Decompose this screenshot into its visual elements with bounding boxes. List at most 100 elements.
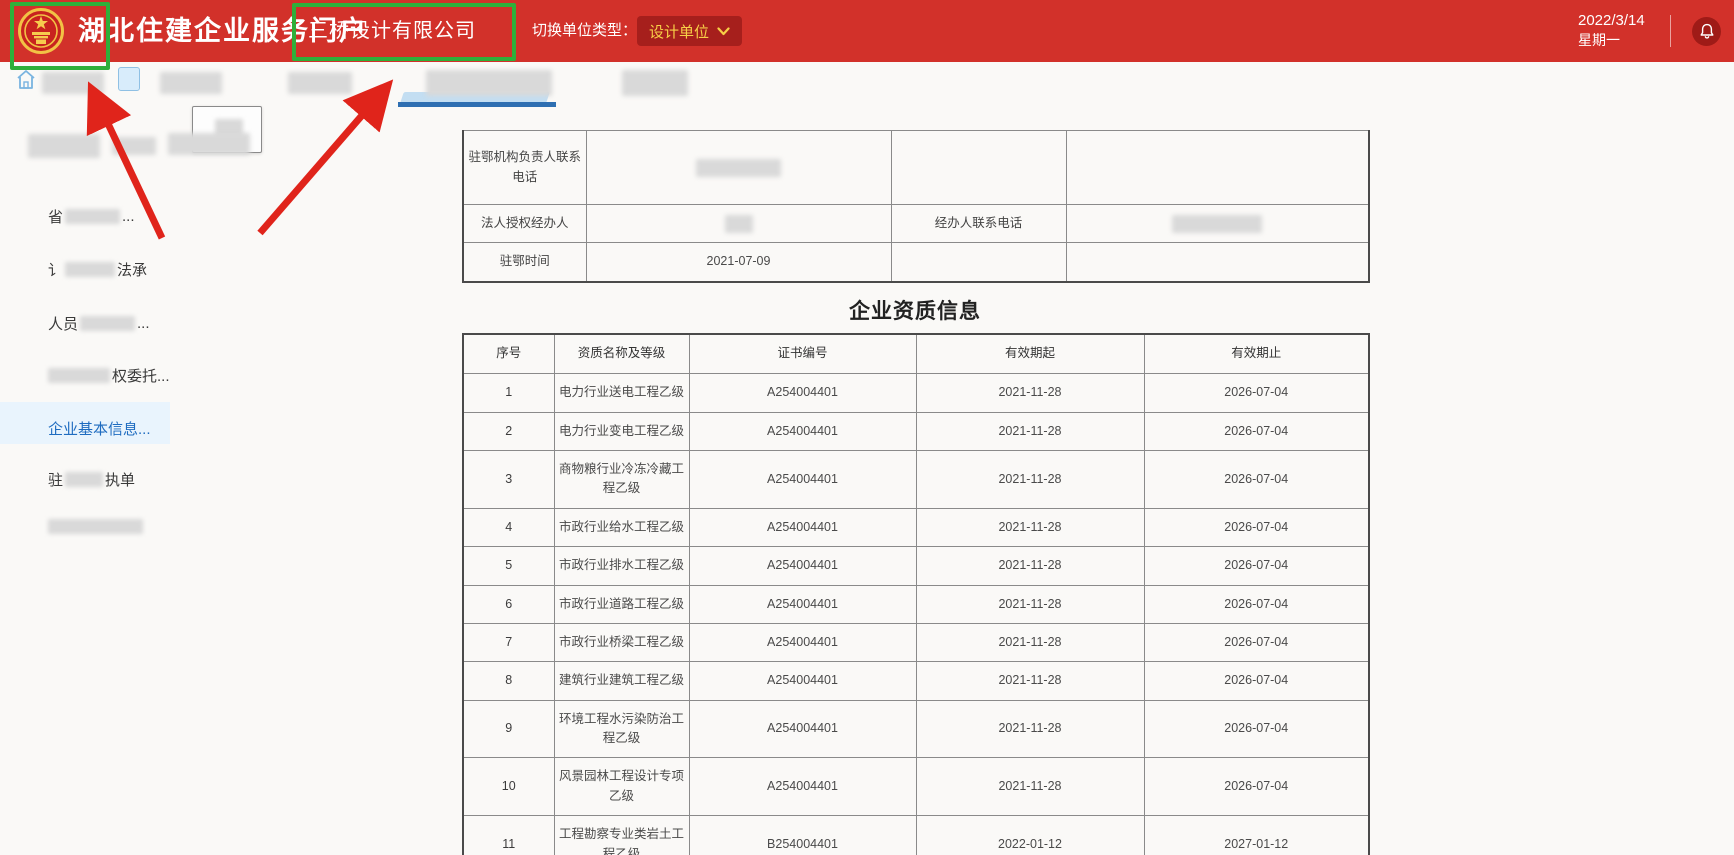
redacted-value	[725, 215, 753, 233]
qual-cell-name: 市政行业道路工程乙级	[554, 585, 689, 623]
qual-cell-cert-no: A254004401	[689, 662, 916, 700]
table-row: 1电力行业送电工程乙级A2540044012021-11-282026-07-0…	[463, 374, 1369, 412]
sidebar-item[interactable]: 权委托...	[48, 364, 170, 386]
home-icon[interactable]	[15, 68, 37, 92]
table-row: 6市政行业道路工程乙级A2540044012021-11-282026-07-0…	[463, 585, 1369, 623]
qual-cell-name: 市政行业桥梁工程乙级	[554, 623, 689, 661]
national-emblem-icon	[18, 8, 64, 54]
redacted-value	[1172, 215, 1262, 233]
info-label-cell: 经办人联系电话	[891, 205, 1066, 243]
notification-bell-button[interactable]	[1692, 17, 1721, 46]
qual-cell-cert-no: A254004401	[689, 508, 916, 546]
tab-redacted-1[interactable]	[42, 72, 104, 94]
info-table-row: 法人授权经办人 经办人联系电话	[463, 205, 1369, 243]
app-header: 湖北住建企业服务门户 三桥设计有限公司 切换单位类型： 设计单位 2022/3/…	[0, 0, 1734, 62]
sidebar-item[interactable]: 省...	[48, 205, 135, 227]
qual-cell-valid-to: 2026-07-04	[1144, 547, 1369, 585]
company-name: 三桥设计有限公司	[308, 0, 476, 62]
qual-cell-cert-no: A254004401	[689, 700, 916, 758]
qual-cell-valid-to: 2026-07-04	[1144, 412, 1369, 450]
qual-cell-cert-no: A254004401	[689, 585, 916, 623]
sidebar-item-redacted	[80, 316, 135, 331]
qual-cell-index: 9	[463, 700, 554, 758]
qualification-column-header: 有效期起	[916, 334, 1144, 374]
table-row: 4市政行业给水工程乙级A2540044012021-11-282026-07-0…	[463, 508, 1369, 546]
info-value-cell	[1066, 205, 1369, 243]
qual-cell-valid-to: 2026-07-04	[1144, 623, 1369, 661]
table-row: 9环境工程水污染防治工程乙级A2540044012021-11-282026-0…	[463, 700, 1369, 758]
header-divider	[1670, 15, 1671, 47]
tab-bar	[0, 62, 1734, 110]
tab-redacted-4-active[interactable]	[426, 70, 552, 96]
annotation-arrow-to-company-name	[260, 90, 384, 233]
tab-mini-icon[interactable]	[118, 67, 140, 91]
qual-cell-valid-from: 2021-11-28	[916, 412, 1144, 450]
qual-cell-valid-to: 2026-07-04	[1144, 374, 1369, 412]
sidebar-header-redacted-3	[168, 133, 250, 155]
unit-type-value: 设计单位	[649, 21, 709, 42]
qual-cell-index: 10	[463, 758, 554, 816]
page: 湖北住建企业服务门户 三桥设计有限公司 切换单位类型： 设计单位 2022/3/…	[0, 0, 1734, 855]
bell-icon	[1699, 23, 1715, 40]
qual-cell-valid-to: 2026-07-04	[1144, 662, 1369, 700]
qual-cell-cert-no: A254004401	[689, 758, 916, 816]
qual-cell-name: 环境工程水污染防治工程乙级	[554, 700, 689, 758]
sidebar-item-redacted	[65, 262, 115, 277]
qual-cell-valid-to: 2027-01-12	[1144, 816, 1369, 855]
qual-cell-cert-no: A254004401	[689, 451, 916, 509]
qual-cell-index: 3	[463, 451, 554, 509]
tab-redacted-5[interactable]	[622, 70, 688, 96]
qual-cell-index: 5	[463, 547, 554, 585]
sidebar-item[interactable]: 讠 法承	[48, 258, 147, 280]
qual-cell-name: 市政行业给水工程乙级	[554, 508, 689, 546]
sidebar-item-label: 法承	[117, 259, 147, 280]
qual-cell-name: 风景园林工程设计专项乙级	[554, 758, 689, 816]
qual-cell-index: 6	[463, 585, 554, 623]
sidebar-item[interactable]: 驻执单	[48, 468, 135, 490]
sidebar-item-active[interactable]: 企业基本信息...	[48, 417, 151, 439]
qual-cell-name: 工程勘察专业类岩土工程乙级	[554, 816, 689, 855]
sidebar-item[interactable]	[48, 515, 143, 537]
sidebar-item-label: 讠	[48, 259, 63, 280]
qual-cell-cert-no: A254004401	[689, 623, 916, 661]
table-row: 7市政行业桥梁工程乙级A2540044012021-11-282026-07-0…	[463, 623, 1369, 661]
qual-cell-index: 7	[463, 623, 554, 661]
qual-cell-name: 建筑行业建筑工程乙级	[554, 662, 689, 700]
sidebar-item-redacted	[48, 368, 110, 383]
sidebar-item[interactable]: 人员...	[48, 312, 150, 334]
active-tab-underline	[398, 102, 556, 107]
info-label-cell	[891, 243, 1066, 282]
qualification-table: 序号资质名称及等级证书编号有效期起有效期止 1电力行业送电工程乙级A254004…	[462, 333, 1370, 855]
main-content: 驻鄂机构负责人联系电话法人授权经办人经办人联系电话驻鄂时间2021-07-09 …	[462, 130, 1368, 855]
info-value-cell: 2021-07-09	[586, 243, 891, 282]
info-label-cell: 驻鄂时间	[463, 243, 586, 282]
qual-cell-valid-from: 2021-11-28	[916, 758, 1144, 816]
date-value: 2022/3/14	[1578, 11, 1658, 31]
info-table-row: 驻鄂机构负责人联系电话	[463, 131, 1369, 205]
unit-type-dropdown[interactable]: 设计单位	[637, 16, 742, 46]
table-row: 11工程勘察专业类岩土工程乙级B2540044012022-01-122027-…	[463, 816, 1369, 855]
qual-cell-name: 商物粮行业冷冻冷藏工程乙级	[554, 451, 689, 509]
qual-cell-index: 4	[463, 508, 554, 546]
qual-cell-valid-to: 2026-07-04	[1144, 700, 1369, 758]
qual-cell-cert-no: B254004401	[689, 816, 916, 855]
weekday-value: 星期一	[1578, 31, 1658, 50]
tab-redacted-2[interactable]	[160, 72, 222, 94]
switch-unit-type-label: 切换单位类型：	[532, 0, 637, 62]
info-label-cell: 法人授权经办人	[463, 205, 586, 243]
qual-cell-valid-to: 2026-07-04	[1144, 508, 1369, 546]
qual-cell-valid-from: 2021-11-28	[916, 508, 1144, 546]
qual-cell-name: 市政行业排水工程乙级	[554, 547, 689, 585]
sidebar-header-redacted-2	[112, 137, 156, 155]
qual-cell-valid-to: 2026-07-04	[1144, 585, 1369, 623]
table-row: 8建筑行业建筑工程乙级A2540044012021-11-282026-07-0…	[463, 662, 1369, 700]
qual-cell-index: 8	[463, 662, 554, 700]
sidebar-item-label: 权委托...	[112, 365, 170, 386]
header-date: 2022/3/14 星期一	[1578, 11, 1658, 50]
tab-redacted-3[interactable]	[288, 72, 352, 94]
qual-cell-name: 电力行业变电工程乙级	[554, 412, 689, 450]
sidebar-item-redacted	[48, 519, 143, 534]
qualification-header-row: 序号资质名称及等级证书编号有效期起有效期止	[463, 334, 1369, 374]
sidebar-item-label: 人员	[48, 313, 78, 334]
qual-cell-valid-from: 2021-11-28	[916, 700, 1144, 758]
